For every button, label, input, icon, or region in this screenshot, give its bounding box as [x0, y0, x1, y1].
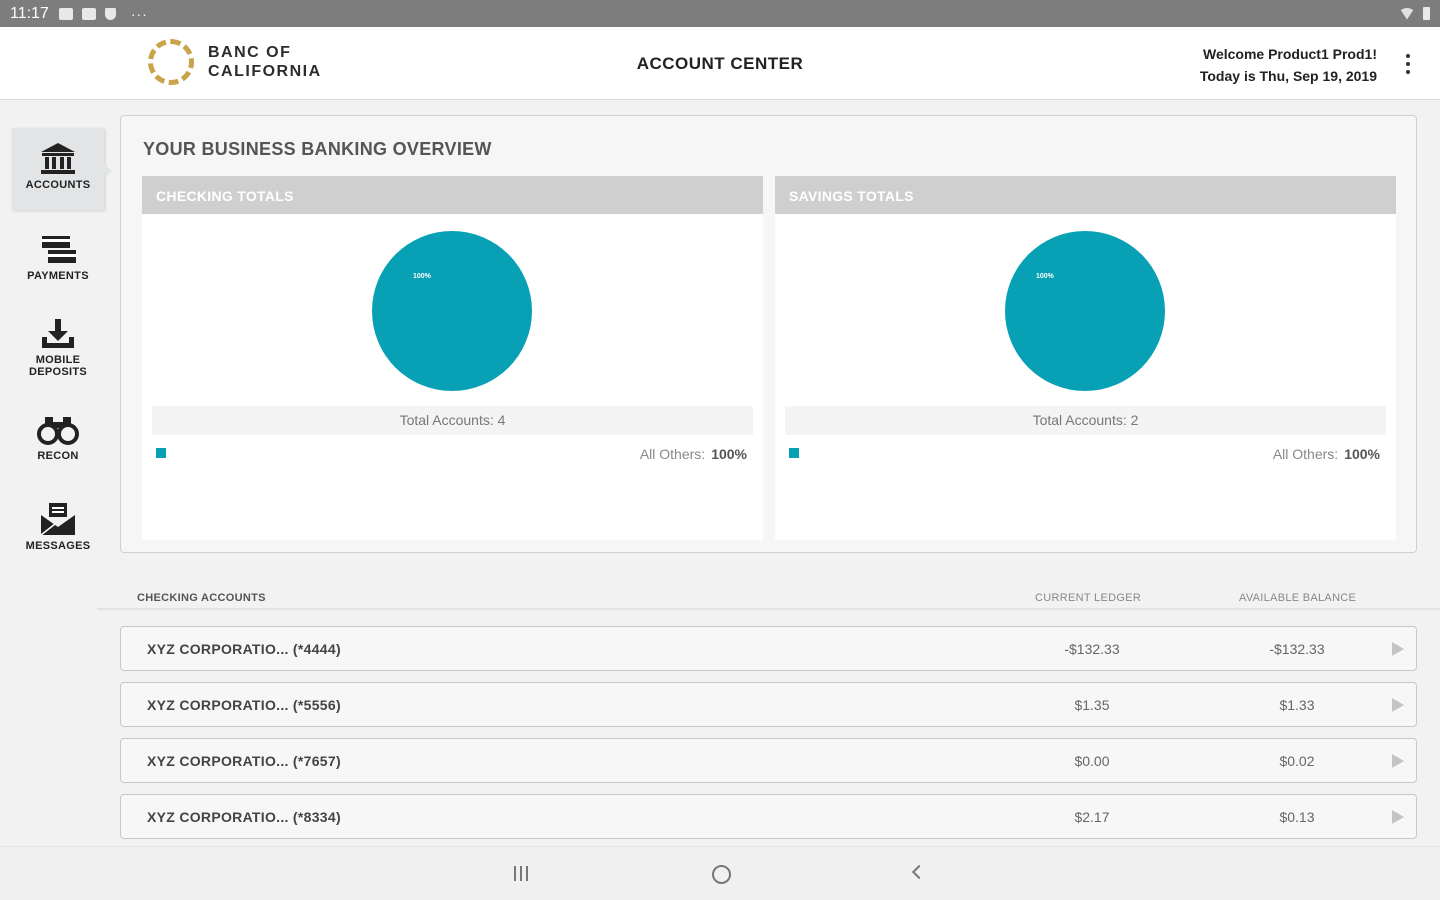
- checking-totals-header: CHECKING TOTALS: [142, 176, 763, 214]
- checking-legend-label: All Others:: [639, 446, 706, 462]
- battery-icon: [1423, 7, 1430, 20]
- checking-pie-slice: [372, 231, 532, 391]
- savings-pie-chart[interactable]: 100%: [1004, 230, 1166, 392]
- date-text: Today is Thu, Sep 19, 2019: [1199, 68, 1377, 84]
- recents-icon[interactable]: [514, 866, 528, 881]
- image-notification-icon: [58, 7, 73, 20]
- sidebar-item-label: PAYMENTS: [27, 270, 89, 282]
- account-name: XYZ CORPORATIO... (*5556): [147, 697, 341, 713]
- overflow-notifications-icon: ···: [130, 5, 148, 22]
- checking-legend-swatch: [156, 448, 166, 458]
- sidebar-item-messages[interactable]: MESSAGES: [12, 501, 104, 563]
- payments-icon: [42, 236, 76, 263]
- checking-legend-value: 100%: [711, 446, 747, 462]
- column-header-ledger: CURRENT LEDGER: [1035, 592, 1142, 604]
- savings-total-accounts: Total Accounts: 2: [785, 406, 1386, 435]
- checking-pie-chart[interactable]: 100%: [371, 230, 533, 392]
- overview-title: YOUR BUSINESS BANKING OVERVIEW: [143, 139, 492, 159]
- savings-pie-slice: [1005, 231, 1165, 391]
- account-ledger: $2.17: [1074, 809, 1110, 825]
- savings-legend-label: All Others:: [1272, 446, 1339, 462]
- overview-panel: YOUR BUSINESS BANKING OVERVIEW CHECKING …: [120, 115, 1417, 553]
- sidebar-item-label-2: DEPOSITS: [28, 366, 88, 378]
- account-name: XYZ CORPORATIO... (*8334): [147, 809, 341, 825]
- bank-icon: [41, 143, 75, 174]
- back-icon[interactable]: [911, 864, 927, 880]
- checking-totals-card: CHECKING TOTALS 100% Total Accounts: 4 A…: [142, 176, 763, 540]
- system-navigation-bar: [0, 846, 1440, 900]
- sidebar-item-payments[interactable]: PAYMENTS: [12, 233, 104, 293]
- checking-pie-label: 100%: [413, 273, 432, 280]
- savings-legend-swatch: [789, 448, 799, 458]
- account-available: $0.02: [1279, 753, 1315, 769]
- play-arrow-icon[interactable]: [1392, 642, 1404, 656]
- gallery-notification-icon: [81, 7, 96, 20]
- savings-pie-label: 100%: [1036, 273, 1055, 280]
- checking-total-accounts: Total Accounts: 4: [152, 406, 753, 435]
- checking-legend: All Others: 100%: [640, 446, 747, 462]
- sidebar-item-label: RECON: [37, 450, 79, 462]
- sidebar-item-recon[interactable]: RECON: [12, 413, 104, 473]
- account-available: $1.33: [1279, 697, 1315, 713]
- account-name: XYZ CORPORATIO... (*4444): [147, 641, 341, 657]
- column-header-available: AVAILABLE BALANCE: [1239, 592, 1357, 604]
- account-ledger: $1.35: [1074, 697, 1110, 713]
- play-arrow-icon[interactable]: [1392, 754, 1404, 768]
- binoculars-icon: [37, 417, 79, 445]
- status-time: 11:17: [10, 4, 49, 22]
- more-options-icon[interactable]: [1404, 54, 1412, 74]
- sidebar-item-label: MOBILE: [35, 354, 81, 366]
- sidebar-item-accounts[interactable]: ACCOUNTS: [12, 128, 112, 210]
- welcome-text: Welcome Product1 Prod1!: [1202, 46, 1377, 62]
- accounts-table-header: CHECKING ACCOUNTS CURRENT LEDGER AVAILAB…: [97, 590, 1440, 610]
- app-header: BANC OF CALIFORNIA ACCOUNT CENTER Welcom…: [0, 27, 1440, 100]
- sidebar: ACCOUNTS PAYMENTS MOBILE DEPOSITS RECON: [0, 101, 112, 846]
- play-arrow-icon[interactable]: [1392, 698, 1404, 712]
- download-icon: [42, 319, 74, 348]
- account-row[interactable]: XYZ CORPORATIO... (*8334) $2.17 $0.13: [120, 794, 1417, 839]
- account-row[interactable]: XYZ CORPORATIO... (*5556) $1.35 $1.33: [120, 682, 1417, 727]
- sidebar-item-mobile-deposits[interactable]: MOBILE DEPOSITS: [12, 317, 104, 389]
- savings-legend-value: 100%: [1344, 446, 1380, 462]
- account-ledger: -$132.33: [1064, 641, 1120, 657]
- savings-totals-card: SAVINGS TOTALS 100% Total Accounts: 2 Al…: [775, 176, 1396, 540]
- status-bar: 11:17 ···: [0, 0, 1440, 27]
- savings-totals-header: SAVINGS TOTALS: [775, 176, 1396, 214]
- sidebar-item-label: MESSAGES: [25, 540, 91, 552]
- welcome-block: Welcome Product1 Prod1! Today is Thu, Se…: [1200, 43, 1377, 87]
- account-available: -$132.33: [1269, 641, 1325, 657]
- account-ledger: $0.00: [1074, 753, 1110, 769]
- play-arrow-icon[interactable]: [1392, 810, 1404, 824]
- account-row[interactable]: XYZ CORPORATIO... (*7657) $0.00 $0.02: [120, 738, 1417, 783]
- savings-legend: All Others: 100%: [1273, 446, 1380, 462]
- column-header-accounts: CHECKING ACCOUNTS: [137, 592, 266, 604]
- envelope-icon: [40, 503, 75, 536]
- account-row[interactable]: XYZ CORPORATIO... (*4444) -$132.33 -$132…: [120, 626, 1417, 671]
- account-available: $0.13: [1279, 809, 1315, 825]
- wifi-icon: [1399, 7, 1415, 20]
- sidebar-item-label: ACCOUNTS: [25, 179, 91, 191]
- shield-notification-icon: [104, 7, 116, 20]
- home-icon[interactable]: [712, 865, 731, 884]
- account-name: XYZ CORPORATIO... (*7657): [147, 753, 341, 769]
